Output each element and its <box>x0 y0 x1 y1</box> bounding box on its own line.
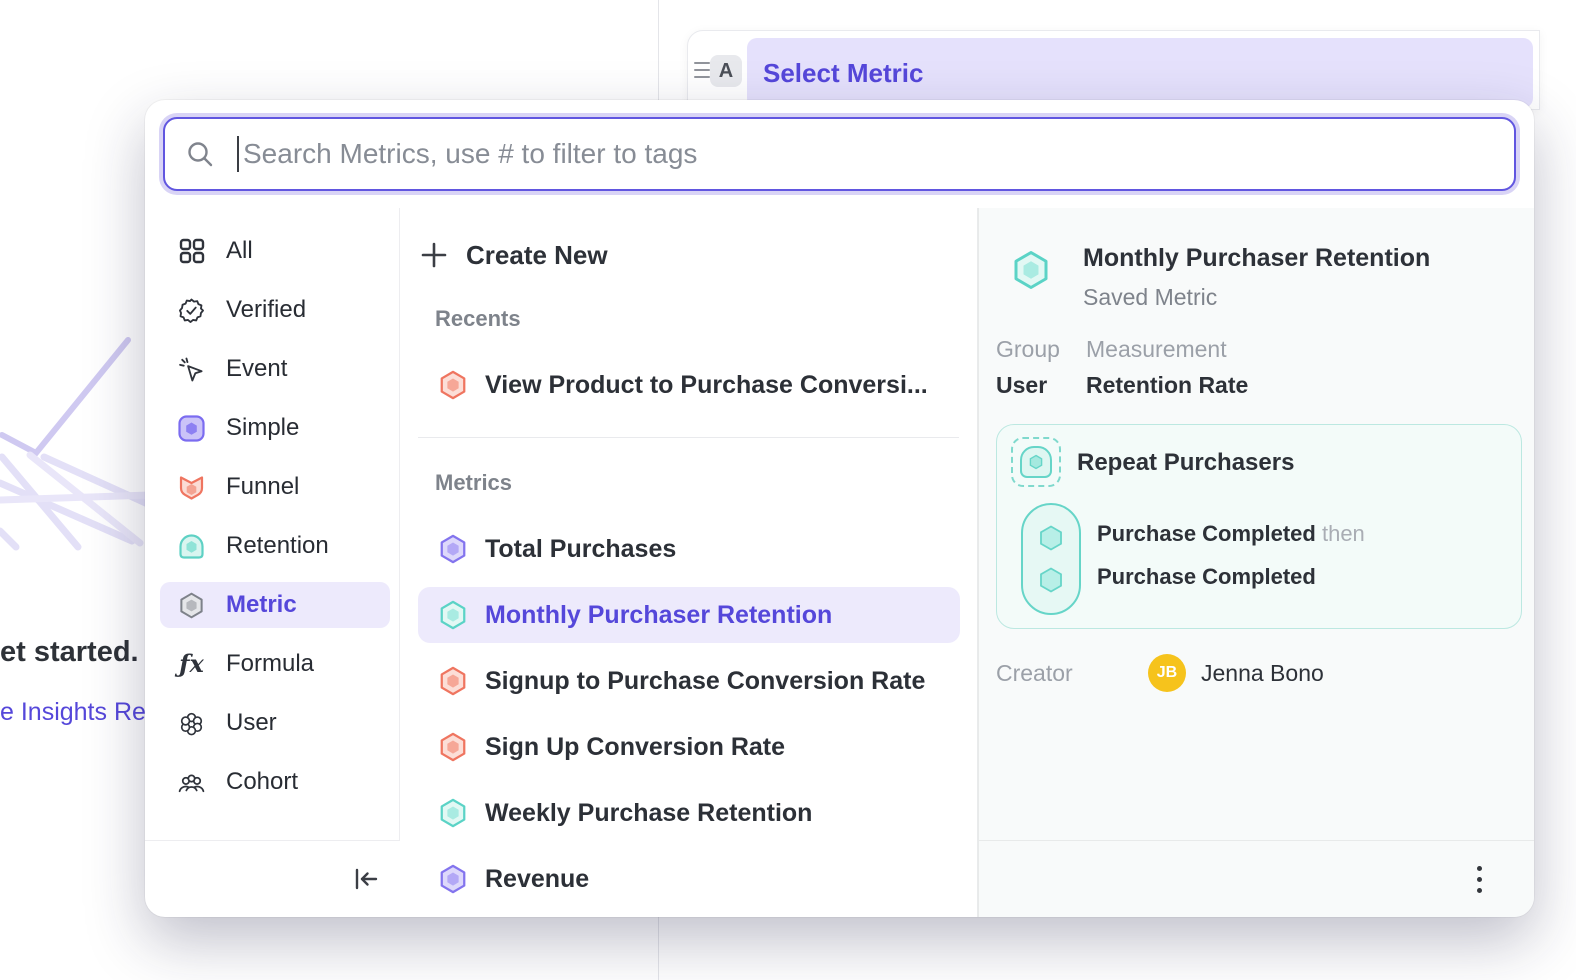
event-icon <box>178 356 205 383</box>
recent-metric-label: View Product to Purchase Conversi... <box>485 371 928 400</box>
select-metric-button[interactable]: Select Metric <box>747 38 1533 108</box>
metric-hexagon-icon <box>438 798 468 828</box>
creator-label: Creator <box>996 660 1148 687</box>
cohort-icon <box>178 769 205 796</box>
metric-hexagon-icon <box>438 600 468 630</box>
sidebar-item-user[interactable]: User <box>160 700 390 746</box>
metric-item-sign-up-conversion-rate[interactable]: Sign Up Conversion Rate <box>418 719 960 775</box>
recents-header: Recents <box>435 306 521 332</box>
sidebar-item-label: Cohort <box>226 768 298 796</box>
funnel-metric-icon <box>438 370 468 400</box>
sidebar-item-label: All <box>226 237 253 265</box>
metric-detail-panel: Monthly Purchaser Retention Saved Metric… <box>978 208 1534 917</box>
metric-item-signup-to-purchase-conversion-rate[interactable]: Signup to Purchase Conversion Rate <box>418 653 960 709</box>
sidebar-item-label: Event <box>226 355 287 383</box>
sidebar-item-label: Retention <box>226 532 329 560</box>
sidebar-item-metric[interactable]: Metric <box>160 582 390 628</box>
create-new-label: Create New <box>466 240 608 271</box>
metric-item-label: Total Purchases <box>485 535 676 564</box>
sidebar-item-event[interactable]: Event <box>160 346 390 392</box>
detail-footer <box>979 840 1534 917</box>
chart-lines-illustration <box>0 335 152 645</box>
sidebar-footer <box>145 840 400 917</box>
sidebar-item-retention[interactable]: Retention <box>160 523 390 569</box>
step-hexagon-icon <box>1037 566 1065 594</box>
detail-subtitle: Saved Metric <box>1083 284 1217 311</box>
list-divider <box>418 437 959 438</box>
metric-item-revenue[interactable]: Revenue <box>418 851 960 907</box>
definition-steps: Purchase Completed then Purchase Complet… <box>1097 521 1365 607</box>
metric-icon <box>178 592 205 619</box>
measurement-label: Measurement <box>1086 336 1248 363</box>
metric-item-label: Monthly Purchaser Retention <box>485 601 832 630</box>
metric-row-badge: A <box>710 55 742 87</box>
metric-item-label: Sign Up Conversion Rate <box>485 733 785 762</box>
step-2-event: Purchase Completed <box>1097 564 1316 589</box>
sidebar-item-label: User <box>226 709 277 737</box>
metric-item-weekly-purchase-retention[interactable]: Weekly Purchase Retention <box>418 785 960 841</box>
metrics-header: Metrics <box>435 470 512 496</box>
sidebar-item-formula[interactable]: ƒx Formula <box>160 641 390 687</box>
metric-hexagon-icon <box>438 864 468 894</box>
metric-item-total-purchases[interactable]: Total Purchases <box>418 521 960 577</box>
metric-hexagon-icon <box>438 666 468 696</box>
metric-list-panel: Create New Recents View Product to Purch… <box>400 208 978 917</box>
group-label: Group <box>996 336 1086 363</box>
grid-icon <box>178 238 205 265</box>
creator-row: Creator JB Jenna Bono <box>996 653 1516 693</box>
definition-card: Repeat Purchasers Purchase Completed the… <box>996 424 1522 629</box>
sidebar-item-simple[interactable]: Simple <box>160 405 390 451</box>
detail-title: Monthly Purchaser Retention <box>1083 244 1430 273</box>
filter-sidebar: All Verified Event <box>145 208 400 840</box>
step-1-event: Purchase Completed <box>1097 521 1316 546</box>
sidebar-item-label: Funnel <box>226 473 299 501</box>
retention-metric-icon <box>1011 250 1051 290</box>
metric-hexagon-icon <box>438 534 468 564</box>
sidebar-item-label: Verified <box>226 296 306 324</box>
cohort-definition-icon <box>1011 437 1061 487</box>
sidebar-item-cohort[interactable]: Cohort <box>160 759 390 805</box>
step-hexagon-icon <box>1037 524 1065 552</box>
metric-picker-modal: All Verified Event <box>145 100 1534 917</box>
metric-item-label: Signup to Purchase Conversion Rate <box>485 667 925 696</box>
sidebar-item-label: Metric <box>226 591 297 619</box>
funnel-steps-pill <box>1021 503 1081 615</box>
group-value: User <box>996 372 1086 399</box>
creator-avatar: JB <box>1148 654 1186 692</box>
sidebar-item-all[interactable]: All <box>160 228 390 274</box>
step-conjunction: then <box>1322 521 1365 546</box>
recent-metric-item[interactable]: View Product to Purchase Conversi... <box>418 358 960 412</box>
drag-handle-icon[interactable] <box>694 62 710 78</box>
search-icon <box>185 139 215 169</box>
creator-name: Jenna Bono <box>1201 660 1324 687</box>
search-box[interactable] <box>163 117 1516 191</box>
detail-meta: Group Measurement User Retention Rate <box>996 336 1248 399</box>
funnel-icon <box>178 474 205 501</box>
sidebar-item-verified[interactable]: Verified <box>160 287 390 333</box>
measurement-value: Retention Rate <box>1086 372 1248 399</box>
background-link-fragment[interactable]: e Insights Re <box>0 698 146 727</box>
search-input[interactable] <box>243 138 1494 170</box>
sidebar-item-label: Simple <box>226 414 299 442</box>
background-heading-fragment: et started. <box>0 636 139 669</box>
retention-icon <box>178 533 205 560</box>
definition-name: Repeat Purchasers <box>1077 449 1294 477</box>
metrics-list: Total Purchases Monthly Purchaser Retent… <box>418 521 960 917</box>
verified-icon <box>178 297 205 324</box>
metric-item-monthly-purchaser-retention[interactable]: Monthly Purchaser Retention <box>418 587 960 643</box>
more-options-icon[interactable] <box>1463 863 1495 895</box>
sidebar-item-funnel[interactable]: Funnel <box>160 464 390 510</box>
collapse-left-icon[interactable] <box>350 863 382 895</box>
sidebar-item-label: Formula <box>226 650 314 678</box>
text-cursor <box>237 136 239 172</box>
user-icon <box>178 710 205 737</box>
simple-icon <box>178 415 205 442</box>
formula-icon: ƒx <box>178 651 205 678</box>
create-new-button[interactable]: Create New <box>420 233 608 277</box>
plus-icon <box>420 241 448 269</box>
metric-item-label: Weekly Purchase Retention <box>485 799 812 828</box>
metric-hexagon-icon <box>438 732 468 762</box>
metric-item-label: Revenue <box>485 865 589 894</box>
query-builder-card: A Select Metric <box>687 30 1540 110</box>
